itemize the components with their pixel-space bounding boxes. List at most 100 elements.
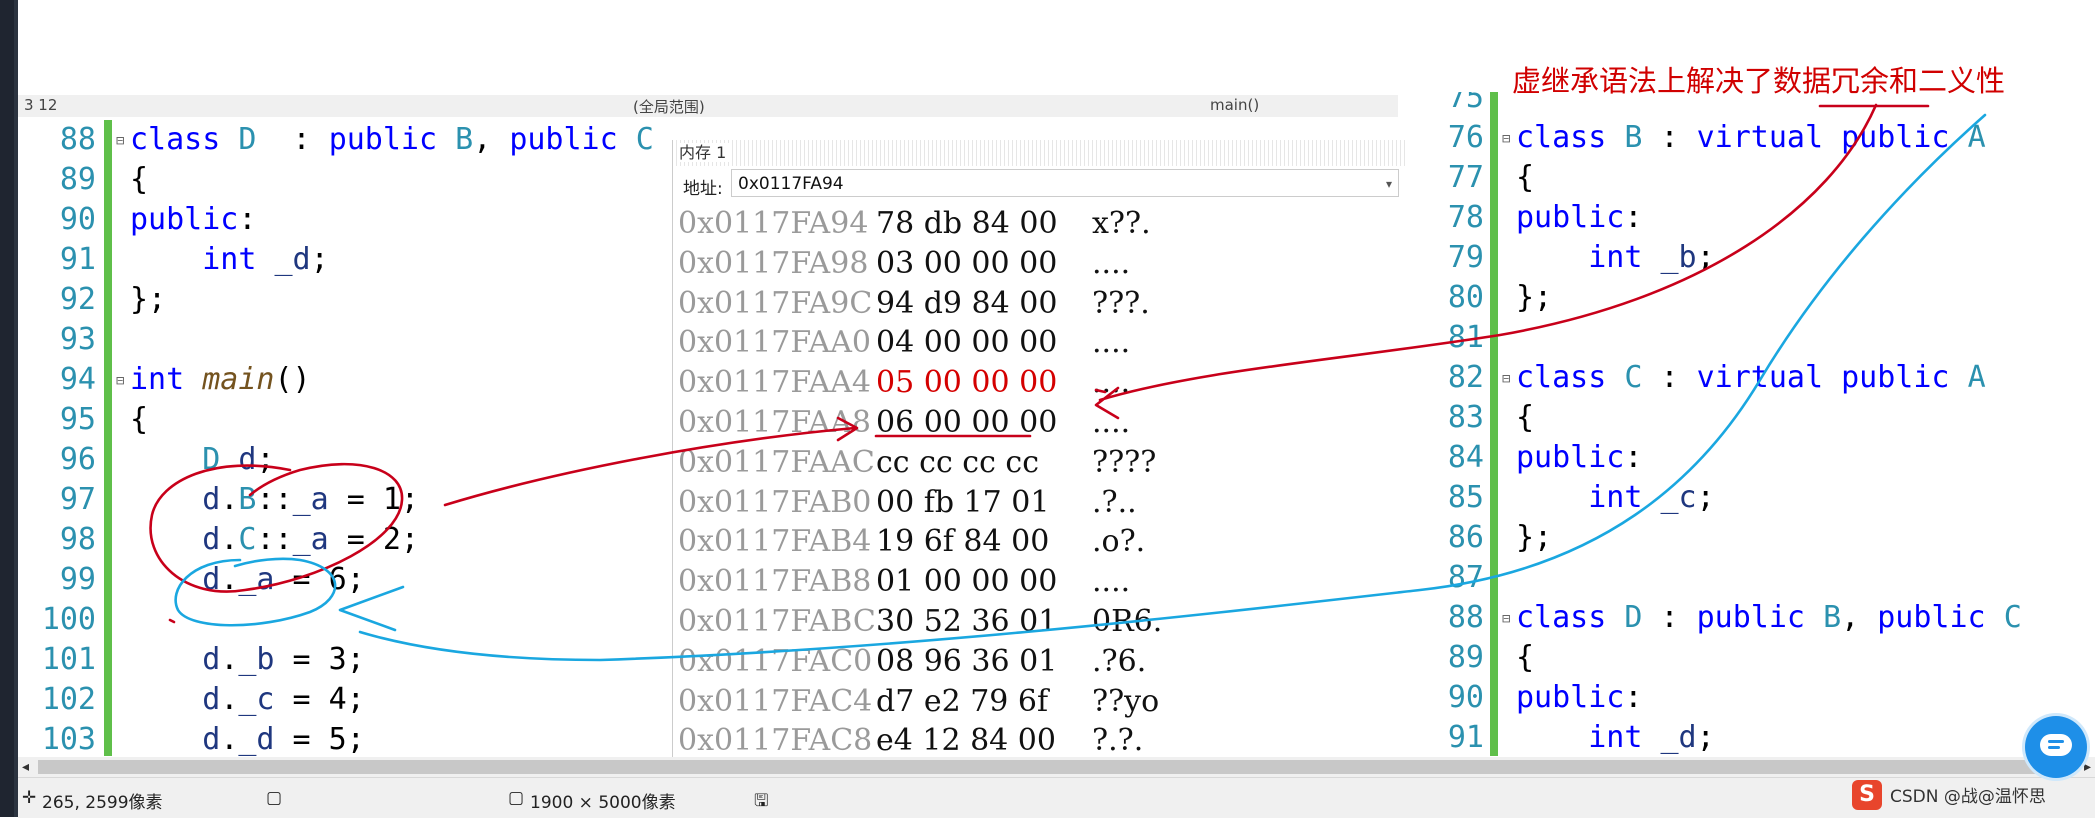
right-code-line[interactable]: int _c; xyxy=(1502,478,2022,518)
right-code-line[interactable]: int _d; xyxy=(1502,718,2022,756)
memory-row[interactable]: 0x0117FAC8 e4 12 84 00?.?. xyxy=(678,721,1162,761)
right-code-line[interactable]: ⊟ class D : public B, public C xyxy=(1502,598,2022,638)
left-code-line[interactable]: d.B::_a = 1; xyxy=(116,480,654,520)
left-code-line[interactable]: D d; xyxy=(116,440,654,480)
fold-toggle-icon[interactable]: ⊟ xyxy=(1502,359,1516,399)
right-code-line[interactable]: ⊟ class B : virtual public A xyxy=(1502,118,2022,158)
left-code-editor[interactable]: 88 89 90 91 92 93 94 95 96 97 98 99 100 101 102 103 ⊟ cl… xyxy=(18,120,668,756)
memory-bytes[interactable]: e4 12 84 00 xyxy=(876,721,1092,761)
code-token: public xyxy=(328,122,456,157)
left-change-gutter xyxy=(104,120,112,756)
left-code-line[interactable]: ⊟ class D : public B, public C xyxy=(116,120,654,160)
memory-row[interactable]: 0x0117FA9C 94 d9 84 00???. xyxy=(678,284,1162,324)
left-code-line[interactable]: d._b = 3; xyxy=(116,640,654,680)
code-token: : xyxy=(1624,440,1643,475)
left-code-line[interactable]: d._a = 6; xyxy=(116,560,654,600)
memory-row[interactable]: 0x0117FA94 78 db 84 00 x??. xyxy=(678,204,1162,244)
memory-bytes[interactable]: cc cc cc cc xyxy=(876,443,1092,483)
sogou-ime-icon[interactable]: S xyxy=(1852,780,1882,810)
memory-bytes[interactable]: 03 00 00 00 xyxy=(876,244,1092,284)
memory-row[interactable]: 0x0117FABC30 52 36 01 0R6. xyxy=(678,602,1162,642)
code-token: : xyxy=(238,202,257,237)
memory-bytes[interactable]: 06 00 00 00 xyxy=(876,403,1092,443)
right-code-line[interactable]: public: xyxy=(1502,678,2022,718)
nav-scope-dropdown[interactable]: (全局范围) xyxy=(633,96,705,117)
code-token: , xyxy=(473,122,510,157)
memory-bytes[interactable]: 04 00 00 00 xyxy=(876,323,1092,363)
code-token: { xyxy=(1516,160,1535,195)
code-token: _a xyxy=(292,482,329,517)
right-code-line[interactable]: public: xyxy=(1502,198,2022,238)
fold-toggle-icon[interactable]: ⊟ xyxy=(1502,599,1516,639)
right-code-line[interactable]: { xyxy=(1502,638,2022,678)
right-code-line[interactable]: { xyxy=(1502,158,2022,198)
memory-row[interactable]: 0x0117FAC0 08 96 36 01 .?6. xyxy=(678,642,1162,682)
memory-address: 0x0117FA98 xyxy=(678,245,869,281)
code-token: class xyxy=(1516,600,1625,635)
left-code-line[interactable]: d.C::_a = 2; xyxy=(116,520,654,560)
memory-row[interactable]: 0x0117FAA4 05 00 00 00.... xyxy=(678,363,1162,403)
memory-bytes[interactable]: 94 d9 84 00 xyxy=(876,284,1092,324)
left-code-line[interactable]: }; xyxy=(116,280,654,320)
memory-address: 0x0117FAA8 xyxy=(678,404,871,440)
scrollbar-thumb[interactable] xyxy=(38,760,2038,774)
chat-bubble-icon[interactable] xyxy=(2025,716,2087,778)
memory-bytes[interactable]: 05 00 00 00 xyxy=(876,363,1092,403)
memory-bytes[interactable]: 19 6f 84 00 xyxy=(876,522,1092,562)
memory-row[interactable]: 0x0117FAA8 06 00 00 00.... xyxy=(678,403,1162,443)
left-code-line[interactable]: public: xyxy=(116,200,654,240)
memory-row[interactable]: 0x0117FA98 03 00 00 00.... xyxy=(678,244,1162,284)
right-code-editor[interactable]: 75 76 77 78 79 80 81 82 83 84 85 86 87 88 89 90 91 ⊟ clas… xyxy=(1408,92,2095,756)
left-code-text[interactable]: ⊟ class D : public B, public C{public: in… xyxy=(116,120,654,756)
right-line-numbers: 75 76 77 78 79 80 81 82 83 84 85 86 87 88 89 90 91 xyxy=(1408,92,1484,756)
right-code-line[interactable] xyxy=(1502,558,2022,598)
fold-toggle-icon[interactable]: ⊟ xyxy=(116,361,130,401)
right-code-text[interactable]: ⊟ class B : virtual public A{public: int … xyxy=(1502,92,2022,756)
memory-window[interactable]: 内存 1 地址: 0x0117FA94 ▾ 0x0117FA94 78 db 84… xyxy=(672,140,1408,760)
right-code-line[interactable] xyxy=(1502,318,2022,358)
memory-row[interactable]: 0x0117FAACcc cc cc cc???? xyxy=(678,443,1162,483)
memory-bytes[interactable]: 08 96 36 01 xyxy=(876,642,1092,682)
left-code-line[interactable]: d._d = 5; xyxy=(116,720,654,756)
code-navigation-bar[interactable]: 3 12 (全局范围) main() xyxy=(18,95,1398,117)
code-token: = 5; xyxy=(274,722,365,756)
left-code-line[interactable]: { xyxy=(116,160,654,200)
memory-row[interactable]: 0x0117FAA0 04 00 00 00.... xyxy=(678,323,1162,363)
memory-row[interactable]: 0x0117FAB0 00 fb 17 01.?.. xyxy=(678,483,1162,523)
right-code-line[interactable]: }; xyxy=(1502,518,2022,558)
right-code-line[interactable]: ⊟ class C : virtual public A xyxy=(1502,358,2022,398)
fold-toggle-icon[interactable]: ⊟ xyxy=(116,121,130,161)
chevron-down-icon[interactable]: ▾ xyxy=(1386,170,1392,198)
left-code-line[interactable]: int _d; xyxy=(116,240,654,280)
scroll-right-icon[interactable]: ▸ xyxy=(2084,757,2091,777)
memory-row[interactable]: 0x0117FAB8 01 00 00 00.... xyxy=(678,562,1162,602)
right-code-line[interactable]: { xyxy=(1502,398,2022,438)
code-token: _a xyxy=(292,522,329,557)
nav-function-dropdown[interactable]: main() xyxy=(1210,96,1259,114)
left-code-line[interactable]: ⊟ int main() xyxy=(116,360,654,400)
nav-left-dropdown[interactable]: 3 12 xyxy=(24,96,57,114)
memory-bytes[interactable]: 01 00 00 00 xyxy=(876,562,1092,602)
fold-toggle-icon[interactable]: ⊟ xyxy=(1502,119,1516,159)
memory-address-input[interactable]: 0x0117FA94 ▾ xyxy=(731,169,1399,197)
memory-bytes[interactable]: d7 e2 79 6f xyxy=(876,682,1092,722)
memory-bytes[interactable]: 78 db 84 00 xyxy=(876,204,1092,244)
left-code-line[interactable] xyxy=(116,600,654,640)
right-code-line[interactable]: public: xyxy=(1502,438,2022,478)
right-code-line[interactable]: int _b; xyxy=(1502,238,2022,278)
left-code-line[interactable]: { xyxy=(116,400,654,440)
memory-address: 0x0117FAB8 xyxy=(678,564,872,600)
memory-bytes[interactable]: 00 fb 17 01 xyxy=(876,483,1092,523)
horizontal-scrollbar[interactable]: ◂ ▸ xyxy=(18,757,2095,777)
memory-row[interactable]: 0x0117FAB4 19 6f 84 00 .o?. xyxy=(678,522,1162,562)
memory-window-title[interactable]: 内存 1 xyxy=(673,140,1408,166)
left-code-line[interactable] xyxy=(116,320,654,360)
right-line-number: 76 xyxy=(1447,120,1484,155)
code-token: : xyxy=(1624,680,1643,715)
left-code-line[interactable]: d._c = 4; xyxy=(116,680,654,720)
memory-bytes[interactable]: 30 52 36 01 xyxy=(876,602,1092,642)
scroll-left-icon[interactable]: ◂ xyxy=(22,757,29,777)
memory-row[interactable]: 0x0117FAC4 d7 e2 79 6f ??yo xyxy=(678,682,1162,722)
right-code-line[interactable]: }; xyxy=(1502,278,2022,318)
